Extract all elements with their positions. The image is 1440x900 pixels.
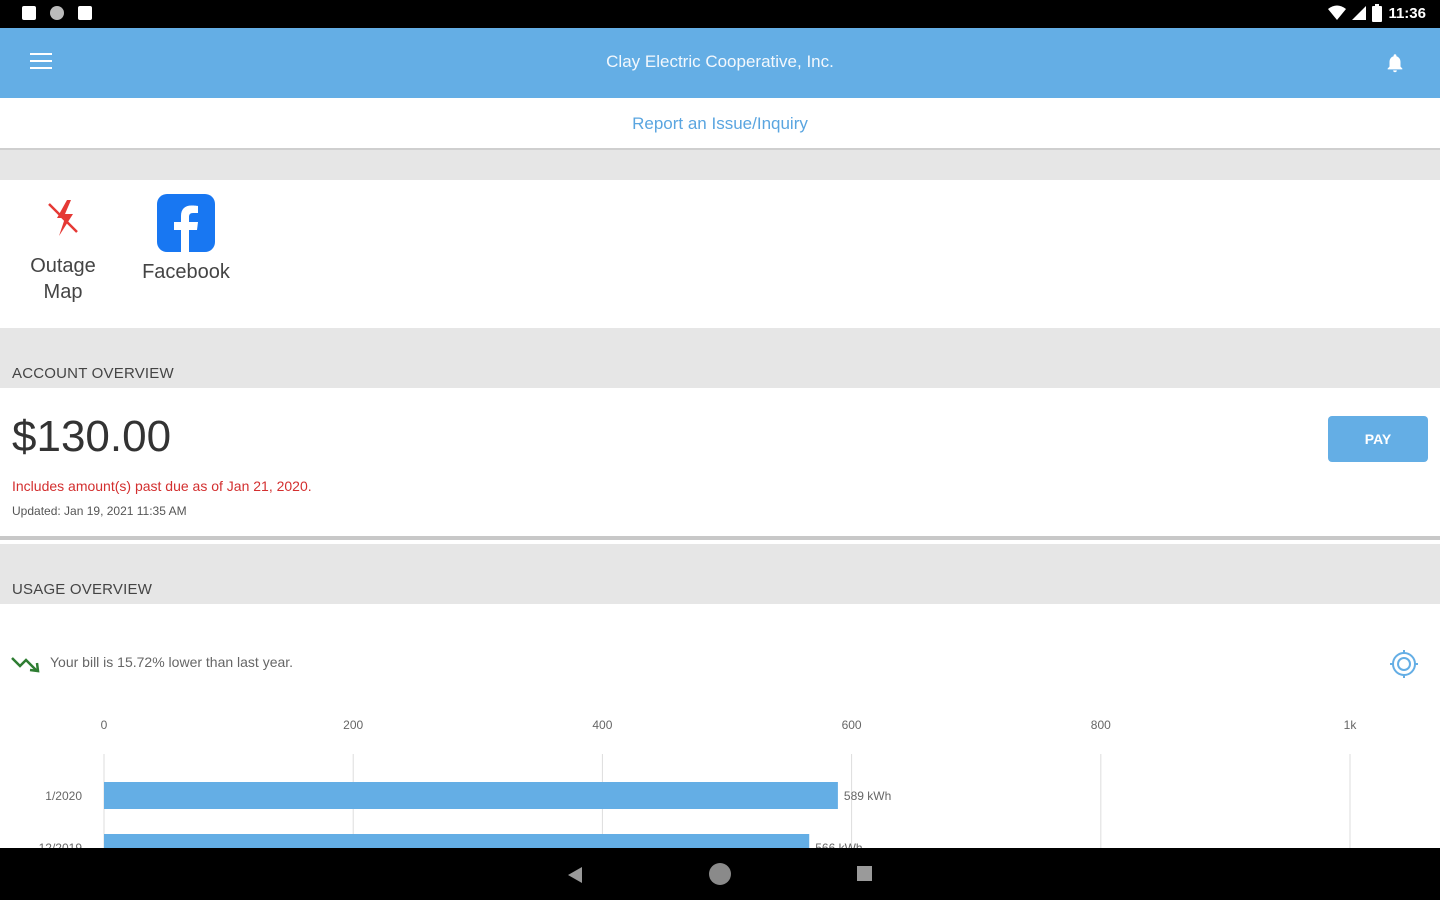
- home-icon[interactable]: [709, 863, 731, 885]
- outage-map-label-2: Map: [43, 281, 83, 303]
- usage-area: Your bill is 15.72% lower than last year…: [0, 604, 1440, 848]
- report-bar: Report an Issue/Inquiry: [0, 98, 1440, 150]
- quick-links: Outage Map Facebook: [0, 180, 1440, 326]
- past-due-notice: Includes amount(s) past due as of Jan 21…: [12, 478, 312, 494]
- notification-icon: [22, 6, 36, 20]
- divider-band: [0, 150, 1440, 180]
- facebook-link[interactable]: Facebook: [130, 194, 242, 285]
- battery-icon: [1372, 4, 1383, 22]
- outage-map-icon: [48, 200, 78, 236]
- usage-bar[interactable]: [104, 834, 810, 848]
- nav-bar: [0, 848, 1440, 900]
- sd-card-icon: [78, 6, 92, 20]
- x-tick-label: 200: [343, 718, 363, 732]
- category-label: 12/2019: [39, 841, 83, 848]
- usage-overview-title: USAGE OVERVIEW: [12, 581, 153, 598]
- back-icon[interactable]: [566, 866, 584, 884]
- outage-map-link[interactable]: Outage Map: [20, 196, 106, 305]
- wifi-icon: [1328, 5, 1347, 20]
- x-tick-label: 1k: [1344, 718, 1358, 732]
- bar-value-label: 566 kWh: [815, 841, 862, 848]
- bell-icon[interactable]: [1384, 52, 1406, 74]
- status-time: 11:36: [1388, 4, 1426, 22]
- x-tick-label: 800: [1091, 718, 1111, 732]
- balance-amount: $130.00: [12, 412, 172, 461]
- bar-value-label: 589 kWh: [844, 789, 891, 803]
- report-issue-link[interactable]: Report an Issue/Inquiry: [632, 114, 808, 134]
- usage-bar[interactable]: [104, 782, 838, 809]
- category-label: 1/2020: [45, 789, 82, 803]
- status-right: 11:36: [1328, 4, 1426, 22]
- app-bar: Clay Electric Cooperative, Inc.: [0, 28, 1440, 98]
- x-tick-label: 0: [101, 718, 108, 732]
- usage-chart: 0 200 400 600 800 1k 1/2020 589 kWh 12/2019 566 k…: [39, 718, 1358, 848]
- facebook-label: Facebook: [142, 261, 230, 283]
- account-overview-header: ACCOUNT OVERVIEW: [0, 328, 1440, 388]
- app-title: Clay Electric Cooperative, Inc.: [606, 52, 834, 71]
- status-left-icons: [22, 6, 92, 20]
- facebook-icon: [157, 194, 215, 252]
- circle-icon: [50, 6, 64, 20]
- account-card: $130.00 Includes amount(s) past due as o…: [0, 388, 1440, 540]
- x-tick-label: 600: [842, 718, 862, 732]
- x-tick-label: 400: [592, 718, 612, 732]
- updated-timestamp: Updated: Jan 19, 2021 11:35 AM: [12, 504, 187, 518]
- account-overview-title: ACCOUNT OVERVIEW: [12, 365, 174, 382]
- pay-button[interactable]: PAY: [1328, 416, 1428, 462]
- status-bar: 11:36: [0, 0, 1440, 28]
- recent-apps-icon[interactable]: [857, 866, 872, 881]
- signal-icon: [1352, 6, 1367, 20]
- outage-map-label: Outage: [30, 255, 96, 277]
- usage-overview-header: USAGE OVERVIEW: [0, 544, 1440, 604]
